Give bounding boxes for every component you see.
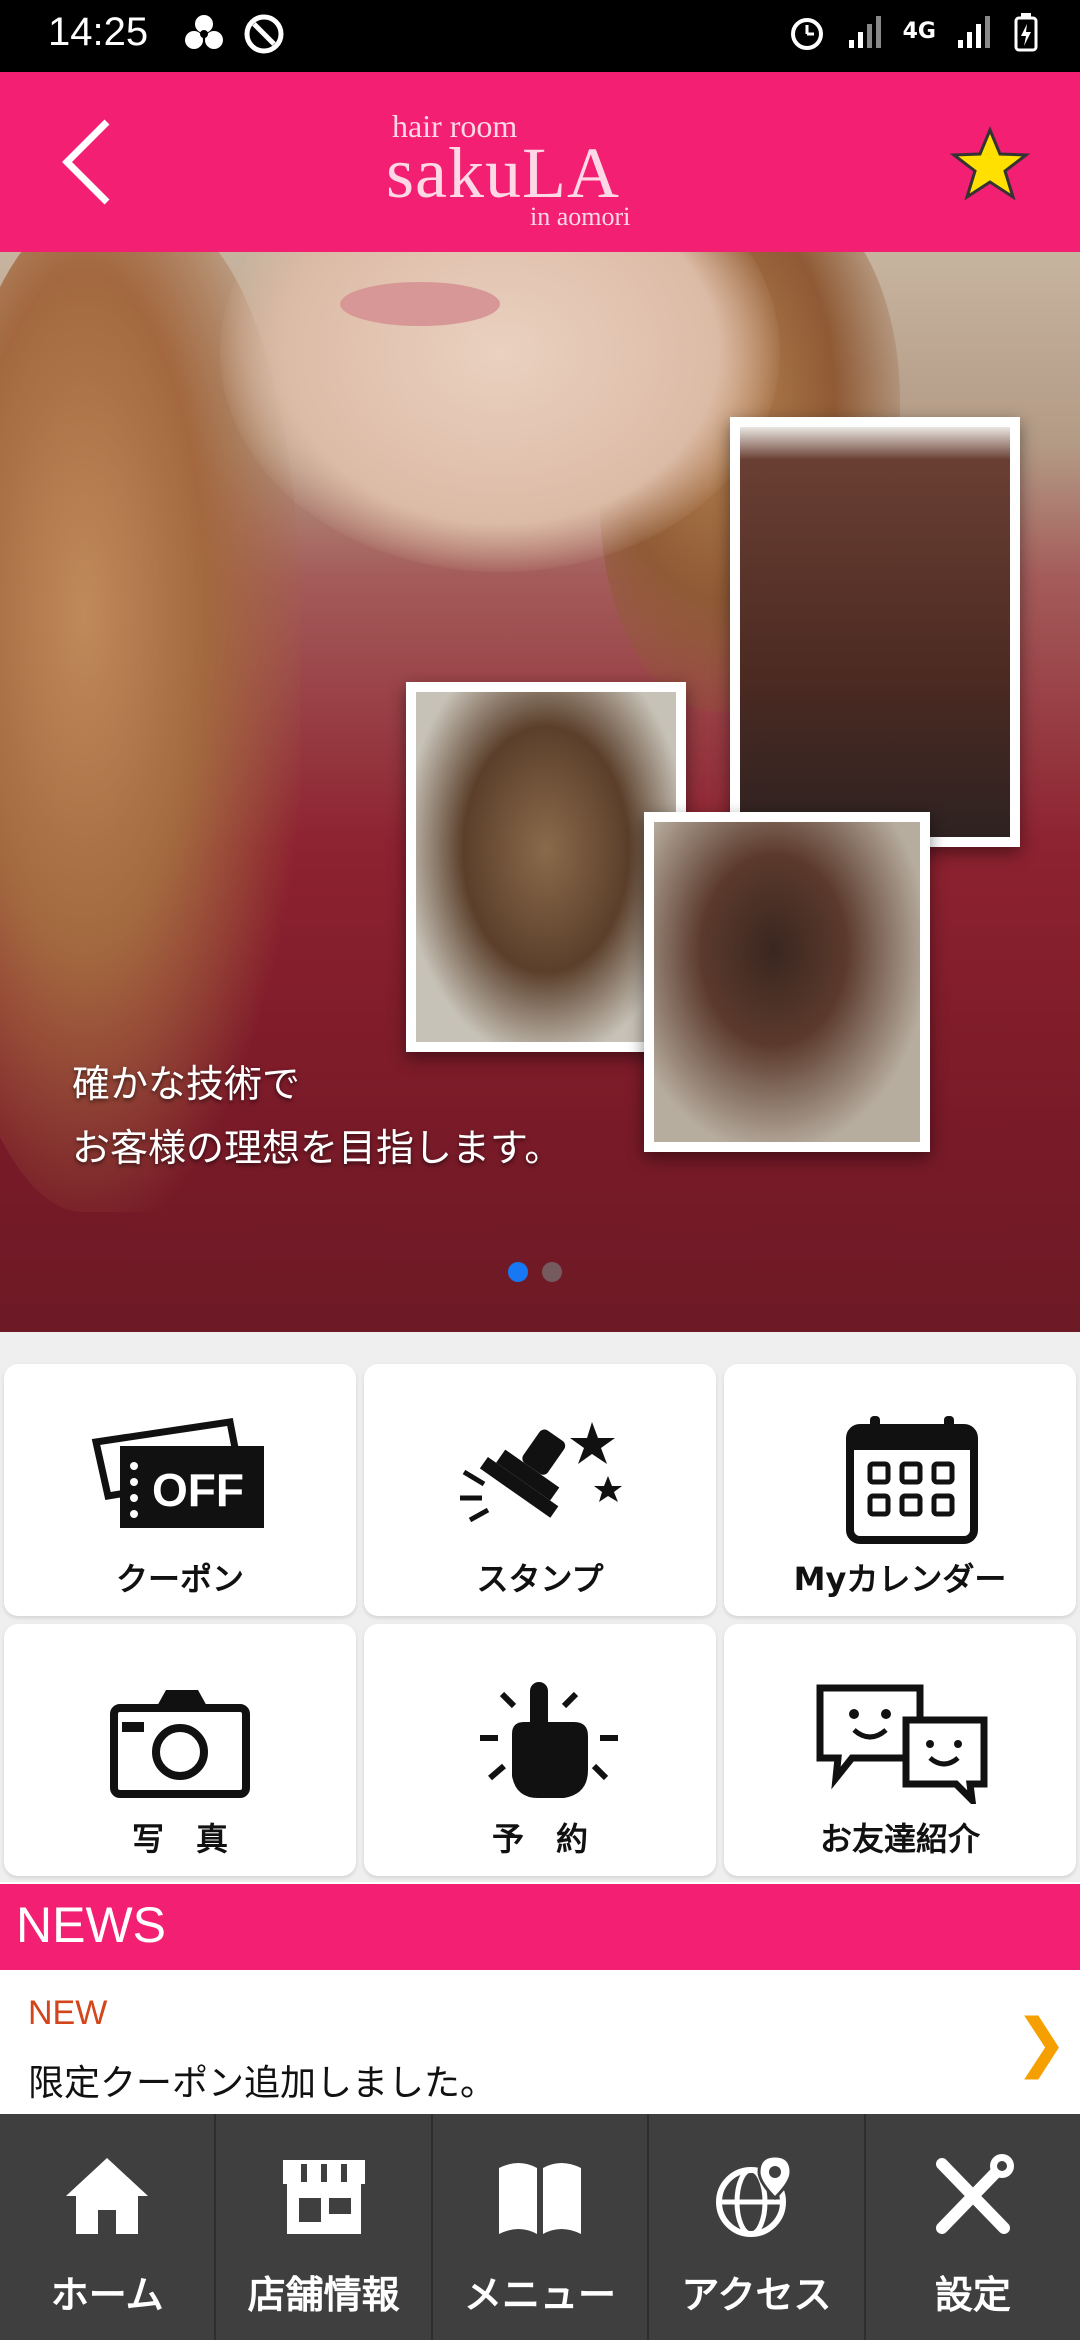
star-icon: [949, 126, 1031, 201]
chevron-right-icon: ❯: [1014, 2006, 1068, 2080]
menu-tile-calendar[interactable]: Myカレンダー: [724, 1364, 1076, 1616]
signal-icon: [848, 16, 881, 48]
hero-caption-line2: お客様の理想を目指します。: [72, 1126, 563, 1170]
menu-tile-coupon[interactable]: OFF クーポン: [4, 1364, 356, 1616]
globe-pin-icon: [711, 2154, 801, 2242]
nav-label-settings: 設定: [934, 2273, 1011, 2317]
status-bar: 14:25 4G: [0, 0, 1080, 72]
home-icon: [62, 2154, 152, 2242]
svg-text:OFF: OFF: [152, 1464, 244, 1516]
nav-label-menu: メニュー: [464, 2273, 617, 2317]
hero-caption-line1: 確かな技術で: [72, 1062, 301, 1106]
hero-photo-updo-hair: [644, 812, 930, 1152]
nav-label-store-info: 店舗情報: [247, 2273, 400, 2317]
menu-label-reservation: 予 約: [491, 1820, 588, 1858]
status-right-icons: 4G: [787, 12, 1040, 52]
news-header: NEWS: [0, 1884, 1080, 1970]
app-header: hair room sakuLA in aomori: [0, 72, 1080, 252]
book-icon: [495, 2154, 585, 2242]
logo-sub-text: in aomori: [530, 202, 631, 231]
nav-settings[interactable]: 設定: [866, 2114, 1080, 2340]
favorite-button[interactable]: [949, 124, 1031, 204]
chat-friends-icon: [810, 1674, 990, 1810]
menu-tile-referral[interactable]: お友達紹介: [724, 1624, 1076, 1876]
nav-label-home: ホーム: [50, 2273, 164, 2317]
back-button[interactable]: [52, 112, 132, 212]
carousel-dot-1[interactable]: [508, 1262, 528, 1282]
status-left-icons: [182, 12, 286, 56]
menu-tile-photo[interactable]: 写 真: [4, 1624, 356, 1876]
hero-banner[interactable]: 確かな技術で お客様の理想を目指します。: [0, 252, 1080, 1332]
alarm-icon: [790, 18, 823, 50]
nav-store-info[interactable]: 店舗情報: [216, 2114, 433, 2340]
menu-tile-reservation[interactable]: 予 約: [364, 1624, 716, 1876]
hero-lips: [340, 282, 500, 326]
news-title: NEWS: [16, 1897, 166, 1953]
nav-home[interactable]: ホーム: [0, 2114, 217, 2340]
hero-caption: 確かな技術で お客様の理想を目指します。: [72, 1052, 562, 1180]
menu-label-referral: お友達紹介: [819, 1820, 980, 1858]
carousel-dot-2[interactable]: [542, 1262, 562, 1282]
menu-label-calendar: Myカレンダー: [793, 1560, 1007, 1598]
nav-label-access: アクセス: [681, 2273, 832, 2317]
coupon-off-icon: OFF: [90, 1414, 270, 1548]
menu-label-photo: 写 真: [131, 1820, 228, 1858]
menu-label-coupon: クーポン: [115, 1560, 244, 1598]
tools-icon: [928, 2154, 1018, 2242]
news-item[interactable]: NEW 限定クーポン追加しました。 ❯: [0, 1970, 1080, 2114]
store-icon: [279, 2154, 369, 2242]
news-text: 限定クーポン追加しました。: [28, 2063, 497, 2104]
at-sign-icon: [244, 14, 284, 54]
bottom-navigation: ホーム 店舗情報 メニュー アクセス 設定: [0, 2114, 1080, 2340]
carousel-indicator: [508, 1262, 562, 1282]
stamp-icon: [450, 1414, 630, 1548]
network-type-label: 4G: [902, 19, 936, 44]
camera-icon: [90, 1674, 270, 1808]
battery-icon: [1014, 13, 1038, 52]
app-logo: hair room sakuLA in aomori: [380, 108, 680, 231]
fan-icon: [185, 15, 223, 49]
menu-tile-stamp[interactable]: スタンプ: [364, 1364, 716, 1616]
signal-icon-2: [958, 16, 990, 48]
menu-grid: OFF クーポン スタンプ Myカレンダー 写 真 予 約 お友達紹介: [0, 1332, 1080, 1882]
hero-photo-straight-hair: [730, 417, 1020, 847]
menu-label-stamp: スタンプ: [476, 1560, 604, 1598]
nav-access[interactable]: アクセス: [649, 2114, 866, 2340]
chevron-left-icon: [62, 119, 110, 205]
tap-hand-icon: [450, 1674, 630, 1808]
status-time: 14:25: [48, 10, 149, 54]
news-badge: NEW: [28, 1994, 108, 2032]
calendar-icon: [810, 1414, 990, 1548]
nav-menu[interactable]: メニュー: [433, 2114, 650, 2340]
